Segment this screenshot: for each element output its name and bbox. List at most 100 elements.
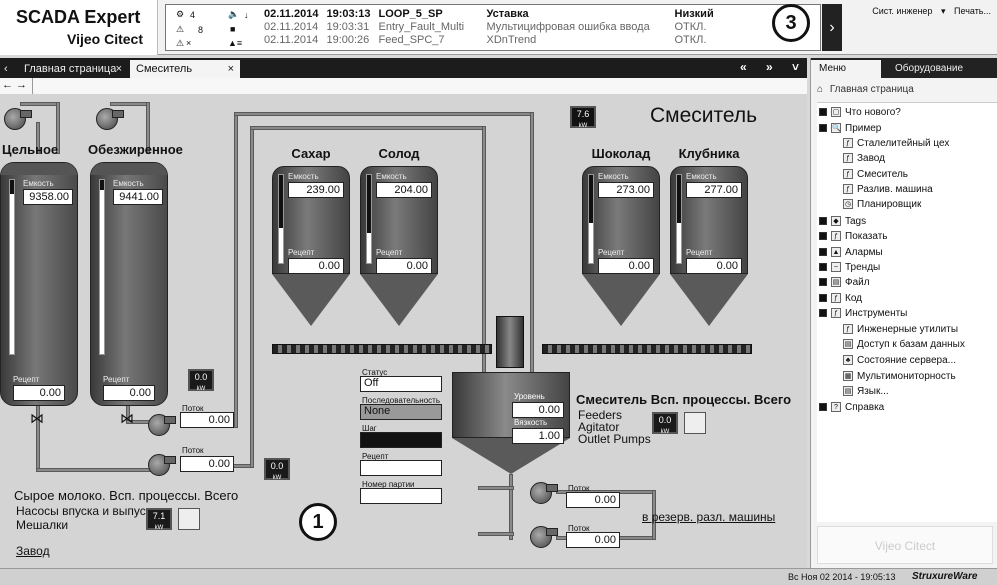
recipe-value: 0.00 [376,258,432,274]
tree-item[interactable]: ▲ Алармы [819,247,883,258]
tree-item[interactable]: ▤ Доступ к базам данных [843,339,965,350]
silo-name: Шоколад [591,146,651,161]
tab-close-icon[interactable]: × [228,63,234,75]
home-link[interactable]: ⌂ Главная страница [817,84,914,95]
recipe-field [360,460,442,476]
status-value: Off [360,376,442,392]
milk-tank[interactable]: Емкость 9358.00 Рецепт 0.00 [0,162,78,406]
step-value [360,432,442,448]
trend-icon[interactable] [684,412,706,434]
side-panel: Меню Оборудование ⌂ Главная страница ▢ Чт… [810,58,997,568]
alarm-state: ОТКЛ. [674,33,707,46]
power-value: 0.0 [658,415,672,425]
tree-item[interactable]: ƒ Инженерные утилиты [843,324,958,335]
mixer-aux-title: Смеситель Всп. процессы. Всего [576,392,792,407]
tree-item-label: Код [845,293,863,304]
tank-name: Обезжиренное [88,142,183,157]
mixer-motor[interactable] [496,316,524,368]
alarm-warning-count: 8 [198,25,204,35]
back-icon[interactable]: ← [2,79,13,91]
print-link[interactable]: Печать... [954,6,991,16]
tree-item[interactable]: ƒ Показать [819,231,888,242]
alarm-expand-button[interactable]: › [822,4,842,51]
status-bar: Вс Ноя 02 2014 - 19:05:13 StruxureWare [0,568,997,585]
tree-item[interactable]: ▢ Что нового? [819,107,901,118]
valve-icon[interactable]: ⋈ [30,410,44,427]
inlet-pump[interactable] [4,108,32,132]
level-bar [366,174,372,264]
power-meter: 0.0 kW [264,458,290,481]
power-value: 0.0 [194,372,208,382]
tree-item[interactable]: ƒ Разлив. машина [843,184,933,195]
tree-item[interactable]: ƒ Инструменты [819,308,907,319]
forward-icon[interactable]: → [16,79,27,91]
batch-field [360,488,442,504]
alarm-cleared-mark: × [186,38,192,48]
home-icon: ⌂ [817,84,824,95]
tree-item[interactable]: ♣ Состояние сервера... [843,355,956,366]
alarm-row[interactable]: 02.11.2014 19:03:31 Entry_Fault_Multi Му… [264,20,722,33]
alarm-row[interactable]: 02.11.2014 19:03:13 LOOP_5_SP Уставка Ни… [264,7,722,20]
tree-item[interactable]: ◆ Tags [819,216,866,227]
raw-milk-aux-title: Сырое молоко. Всп. процессы. Всего [14,488,239,503]
user-menu[interactable]: Сист. инженер [872,6,932,16]
plant-link[interactable]: Завод [16,544,50,558]
alarm-banner[interactable]: ⚙ 4 ⚠ 8 ⚠ × 🔈 ↓ ■ ▲≡ 02.11.2014 19:03:13… [165,4,821,51]
tab-scroll-left-icon[interactable]: ‹ [0,60,12,78]
tree-item[interactable]: 🔍 Пример [819,123,881,134]
alarm-tag: Feed_SPC_7 [378,33,445,46]
tree-item[interactable]: ƒ Завод [843,153,885,164]
tab-equipment[interactable]: Оборудование [887,60,971,78]
outlet-pump[interactable] [530,482,558,506]
pipe [482,126,486,374]
alarm-active-icon: ⚙ [176,9,185,19]
tab-menu[interactable]: Меню [811,60,881,78]
side-tabs: Меню Оборудование [811,58,997,78]
alarm-row[interactable]: 02.11.2014 19:00:26 Feed_SPC_7 XDnTrend … [264,33,722,46]
alarm-list[interactable]: 02.11.2014 19:03:13 LOOP_5_SP Уставка Ни… [264,7,722,46]
tree-item[interactable]: ▤ Файл [819,277,870,288]
tab-mixer[interactable]: Смеситель × [130,60,240,78]
tree-item[interactable]: ƒ Смеситель [843,169,908,180]
tab-label: Смеситель [136,63,193,75]
tab-next-icon[interactable]: » [766,60,773,74]
power-unit: kW [196,386,206,392]
outlet-pump[interactable] [530,526,558,550]
pipe [110,102,150,106]
tree-item[interactable]: ~ Тренды [819,262,880,273]
tab-prev-icon[interactable]: « [740,60,747,74]
valve-icon[interactable]: ⋈ [120,410,134,427]
level-bar [99,179,105,355]
tree-item-label: Пример [845,123,882,134]
header-bar: SCADA Expert Vijeo Citect ⚙ 4 ⚠ 8 ⚠ × 🔈 … [0,0,997,55]
level-bar [588,174,594,264]
trend-icon[interactable] [178,508,200,530]
tree-item[interactable]: ▤ Язык... [843,386,889,397]
tree-item-label: Состояние сервера... [857,355,957,366]
recipe-label: Рецепт [13,375,40,384]
page-title: Смеситель [650,104,758,127]
user-menu-chevron-icon[interactable]: ▾ [941,6,946,16]
transfer-pump[interactable] [148,414,176,438]
alarm-tag: Entry_Fault_Multi [378,20,465,33]
power-unit: kW [578,123,588,129]
screw-conveyor[interactable] [542,344,752,354]
raw-milk-aux-item: Насосы впуска и выпуска [16,504,158,518]
tab-home[interactable]: Главная страница × [18,60,128,78]
tree-item[interactable]: ƒ Код [819,293,862,304]
alarm-time: 19:00:26 [326,33,370,46]
tab-list-icon[interactable]: ˅ [792,60,799,74]
capacity-value: 9358.00 [23,189,73,205]
alarm-state: ОТКЛ. [674,20,707,33]
callout-marker: 1 [299,503,337,541]
tree-item[interactable]: ▦ Мультимониторность [843,371,956,382]
tree-item[interactable]: ? Справка [819,402,884,413]
tree-item[interactable]: ƒ Сталелитейный цех [843,138,949,149]
inlet-pump[interactable] [96,108,124,132]
tree-item[interactable]: ◷ Планировщик [843,199,921,210]
screw-conveyor[interactable] [272,344,492,354]
transfer-pump[interactable] [148,454,176,478]
reserve-machines-link[interactable]: в резерв. разл. машины [642,510,775,524]
skim-milk-tank[interactable]: Емкость 9441.00 Рецепт 0.00 [90,162,168,406]
tab-close-icon[interactable]: × [116,63,122,75]
